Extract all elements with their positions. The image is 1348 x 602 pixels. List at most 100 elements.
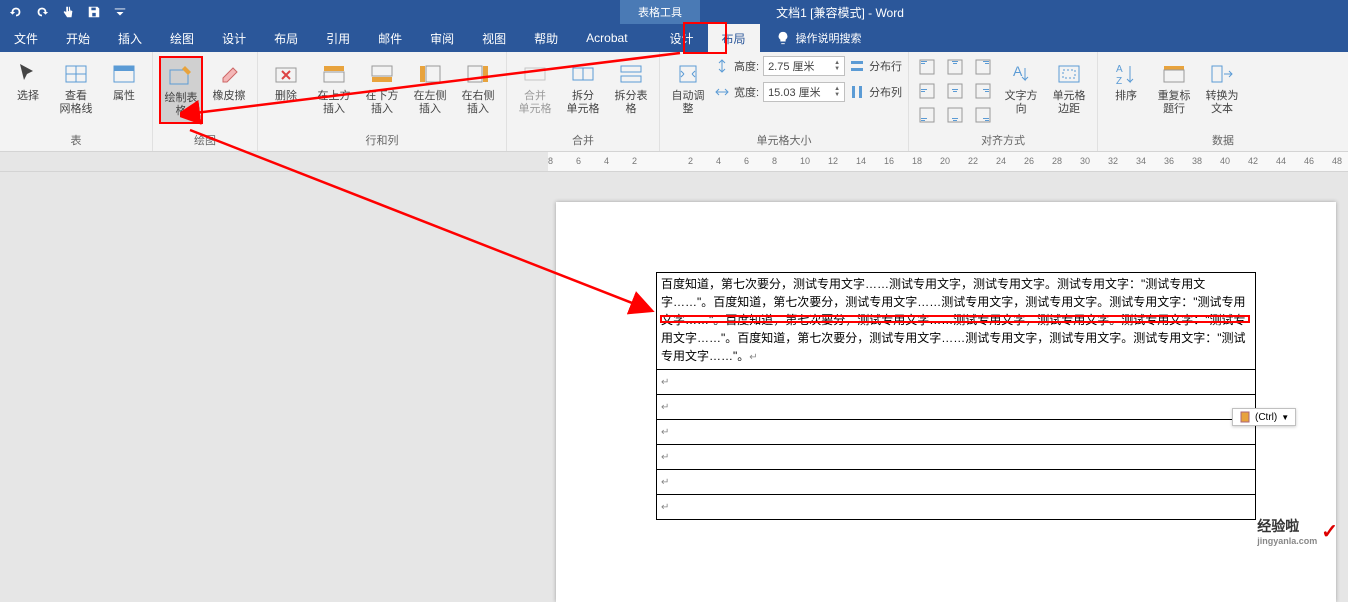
ribbon: 选择 查看 网格线 属性 表 绘制表格 橡皮擦 绘图 xyxy=(0,52,1348,152)
spinner-arrows[interactable]: ▲▼ xyxy=(834,86,840,98)
align-bc-button[interactable] xyxy=(943,104,967,126)
convert-text-button[interactable]: 转换为文本 xyxy=(1200,56,1244,120)
select-button[interactable]: 选择 xyxy=(6,56,50,107)
view-gridlines-button[interactable]: 查看 网格线 xyxy=(54,56,98,120)
sort-button[interactable]: AZ 排序 xyxy=(1104,56,1148,107)
align-tl-button[interactable] xyxy=(915,56,939,78)
contextual-tab-title: 表格工具 xyxy=(620,0,700,24)
draw-table-button[interactable]: 绘制表格 xyxy=(159,56,203,124)
clipboard-icon xyxy=(1239,411,1251,423)
touch-mode-button[interactable] xyxy=(56,2,80,22)
tab-acrobat[interactable]: Acrobat xyxy=(572,24,641,52)
cell-margins-icon xyxy=(1055,60,1083,88)
table-cell[interactable]: 百度知道，第七次要分，测试专用文字……测试专用文字，测试专用文字。测试专用文字：… xyxy=(657,273,1256,370)
tab-references[interactable]: 引用 xyxy=(312,24,364,52)
distribute-rows-icon xyxy=(849,58,865,74)
convert-text-icon xyxy=(1208,60,1236,88)
table-cell[interactable]: ↵ xyxy=(657,495,1256,520)
properties-icon xyxy=(110,60,138,88)
table-cell[interactable]: ↵ xyxy=(657,470,1256,495)
split-table-button[interactable]: 拆分表格 xyxy=(609,56,653,120)
undo-button[interactable] xyxy=(4,2,28,22)
autofit-button[interactable]: 自动调整 xyxy=(666,56,710,120)
height-input[interactable]: 2.75 厘米 ▲▼ xyxy=(763,56,845,76)
properties-button[interactable]: 属性 xyxy=(102,56,146,107)
repeat-header-button[interactable]: 重复标题行 xyxy=(1152,56,1196,120)
insert-below-icon xyxy=(368,60,396,88)
split-cells-icon xyxy=(569,60,597,88)
dropdown-icon: ▼ xyxy=(1281,413,1289,422)
tab-view[interactable]: 视图 xyxy=(468,24,520,52)
document-table[interactable]: 百度知道，第七次要分，测试专用文字……测试专用文字，测试专用文字。测试专用文字：… xyxy=(656,272,1256,520)
table-row[interactable]: 百度知道，第七次要分，测试专用文字……测试专用文字，测试专用文字。测试专用文字：… xyxy=(657,273,1256,370)
ribbon-group-table: 选择 查看 网格线 属性 表 xyxy=(0,52,153,151)
eraser-button[interactable]: 橡皮擦 xyxy=(207,56,251,107)
align-mc-button[interactable] xyxy=(943,80,967,102)
align-tc-button[interactable] xyxy=(943,56,967,78)
grid-icon xyxy=(62,60,90,88)
ribbon-group-data: AZ 排序 重复标题行 转换为文本 数据 xyxy=(1098,52,1348,151)
redo-button[interactable] xyxy=(30,2,54,22)
insert-right-button[interactable]: 在右侧插入 xyxy=(456,56,500,120)
tab-file[interactable]: 文件 xyxy=(0,24,52,52)
watermark: 经验啦 jingyanla.com ✓ xyxy=(1257,516,1338,546)
save-button[interactable] xyxy=(82,2,106,22)
table-row[interactable]: ↵ xyxy=(657,445,1256,470)
align-tr-button[interactable] xyxy=(971,56,995,78)
tab-insert[interactable]: 插入 xyxy=(104,24,156,52)
align-ml-button[interactable] xyxy=(915,80,939,102)
insert-right-icon xyxy=(464,60,492,88)
table-row[interactable]: ↵ xyxy=(657,470,1256,495)
merge-cells-button[interactable]: 合并 单元格 xyxy=(513,56,557,120)
tab-table-layout[interactable]: 布局 xyxy=(708,24,760,52)
tab-mailings[interactable]: 邮件 xyxy=(364,24,416,52)
distribute-rows-button[interactable]: 分布行 xyxy=(869,58,902,74)
ribbon-group-rows-cols: 删除 在上方插入 在下方插入 在左侧插入 在右侧插入 行和列 xyxy=(258,52,507,151)
text-direction-button[interactable]: A 文字方向 xyxy=(999,56,1043,120)
spinner-arrows[interactable]: ▲▼ xyxy=(834,60,840,72)
document-title: 文档1 [兼容模式] - Word xyxy=(776,4,904,21)
tell-me-label: 操作说明搜索 xyxy=(796,30,862,46)
ribbon-group-draw: 绘制表格 橡皮擦 绘图 xyxy=(153,52,258,151)
paste-options-button[interactable]: (Ctrl) ▼ xyxy=(1232,408,1296,426)
width-label: 宽度: xyxy=(734,84,759,100)
align-mr-button[interactable] xyxy=(971,80,995,102)
merge-icon xyxy=(521,60,549,88)
cell-margins-button[interactable]: 单元格 边距 xyxy=(1047,56,1091,120)
table-row[interactable]: ↵ xyxy=(657,370,1256,395)
svg-text:A: A xyxy=(1116,64,1123,75)
align-br-button[interactable] xyxy=(971,104,995,126)
table-cell[interactable]: ↵ xyxy=(657,395,1256,420)
table-cell[interactable]: ↵ xyxy=(657,370,1256,395)
tab-home[interactable]: 开始 xyxy=(52,24,104,52)
tab-review[interactable]: 审阅 xyxy=(416,24,468,52)
distribute-cols-button[interactable]: 分布列 xyxy=(869,84,902,100)
table-row[interactable]: ↵ xyxy=(657,495,1256,520)
split-cells-button[interactable]: 拆分 单元格 xyxy=(561,56,605,120)
svg-text:A: A xyxy=(1013,63,1023,79)
align-bl-button[interactable] xyxy=(915,104,939,126)
insert-above-button[interactable]: 在上方插入 xyxy=(312,56,356,120)
table-row[interactable]: ↵ xyxy=(657,420,1256,445)
tab-help[interactable]: 帮助 xyxy=(520,24,572,52)
eraser-icon xyxy=(215,60,243,88)
quick-access-toolbar xyxy=(0,2,132,22)
tell-me-search[interactable]: 操作说明搜索 xyxy=(776,30,862,46)
customize-qat-button[interactable] xyxy=(108,2,132,22)
page[interactable]: 百度知道，第七次要分，测试专用文字……测试专用文字，测试专用文字。测试专用文字：… xyxy=(556,202,1336,602)
delete-button[interactable]: 删除 xyxy=(264,56,308,107)
svg-text:Z: Z xyxy=(1116,76,1122,87)
insert-left-button[interactable]: 在左侧插入 xyxy=(408,56,452,120)
ribbon-group-merge: 合并 单元格 拆分 单元格 拆分表格 合并 xyxy=(507,52,660,151)
tab-table-design[interactable]: 设计 xyxy=(656,24,708,52)
insert-below-button[interactable]: 在下方插入 xyxy=(360,56,404,120)
draw-table-icon xyxy=(167,62,195,90)
tab-design[interactable]: 设计 xyxy=(208,24,260,52)
distribute-cols-icon xyxy=(849,84,865,100)
tab-draw[interactable]: 绘图 xyxy=(156,24,208,52)
width-input[interactable]: 15.03 厘米 ▲▼ xyxy=(763,82,845,102)
tab-layout[interactable]: 布局 xyxy=(260,24,312,52)
table-cell[interactable]: ↵ xyxy=(657,420,1256,445)
table-row[interactable]: ↵ xyxy=(657,395,1256,420)
table-cell[interactable]: ↵ xyxy=(657,445,1256,470)
